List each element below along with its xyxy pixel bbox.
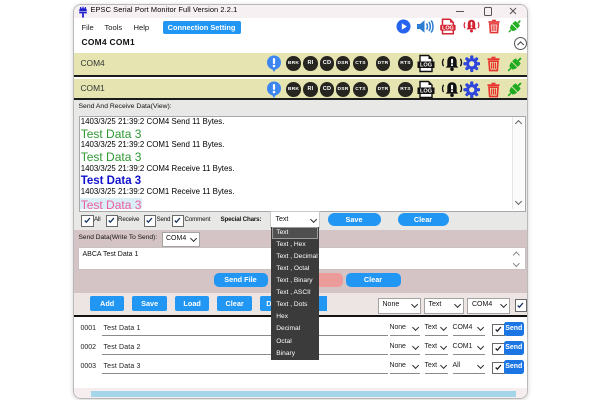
svg-text:LOG: LOG bbox=[419, 88, 431, 94]
svg-text:LOG: LOG bbox=[419, 63, 431, 69]
svg-text:LOG: LOG bbox=[442, 26, 454, 32]
